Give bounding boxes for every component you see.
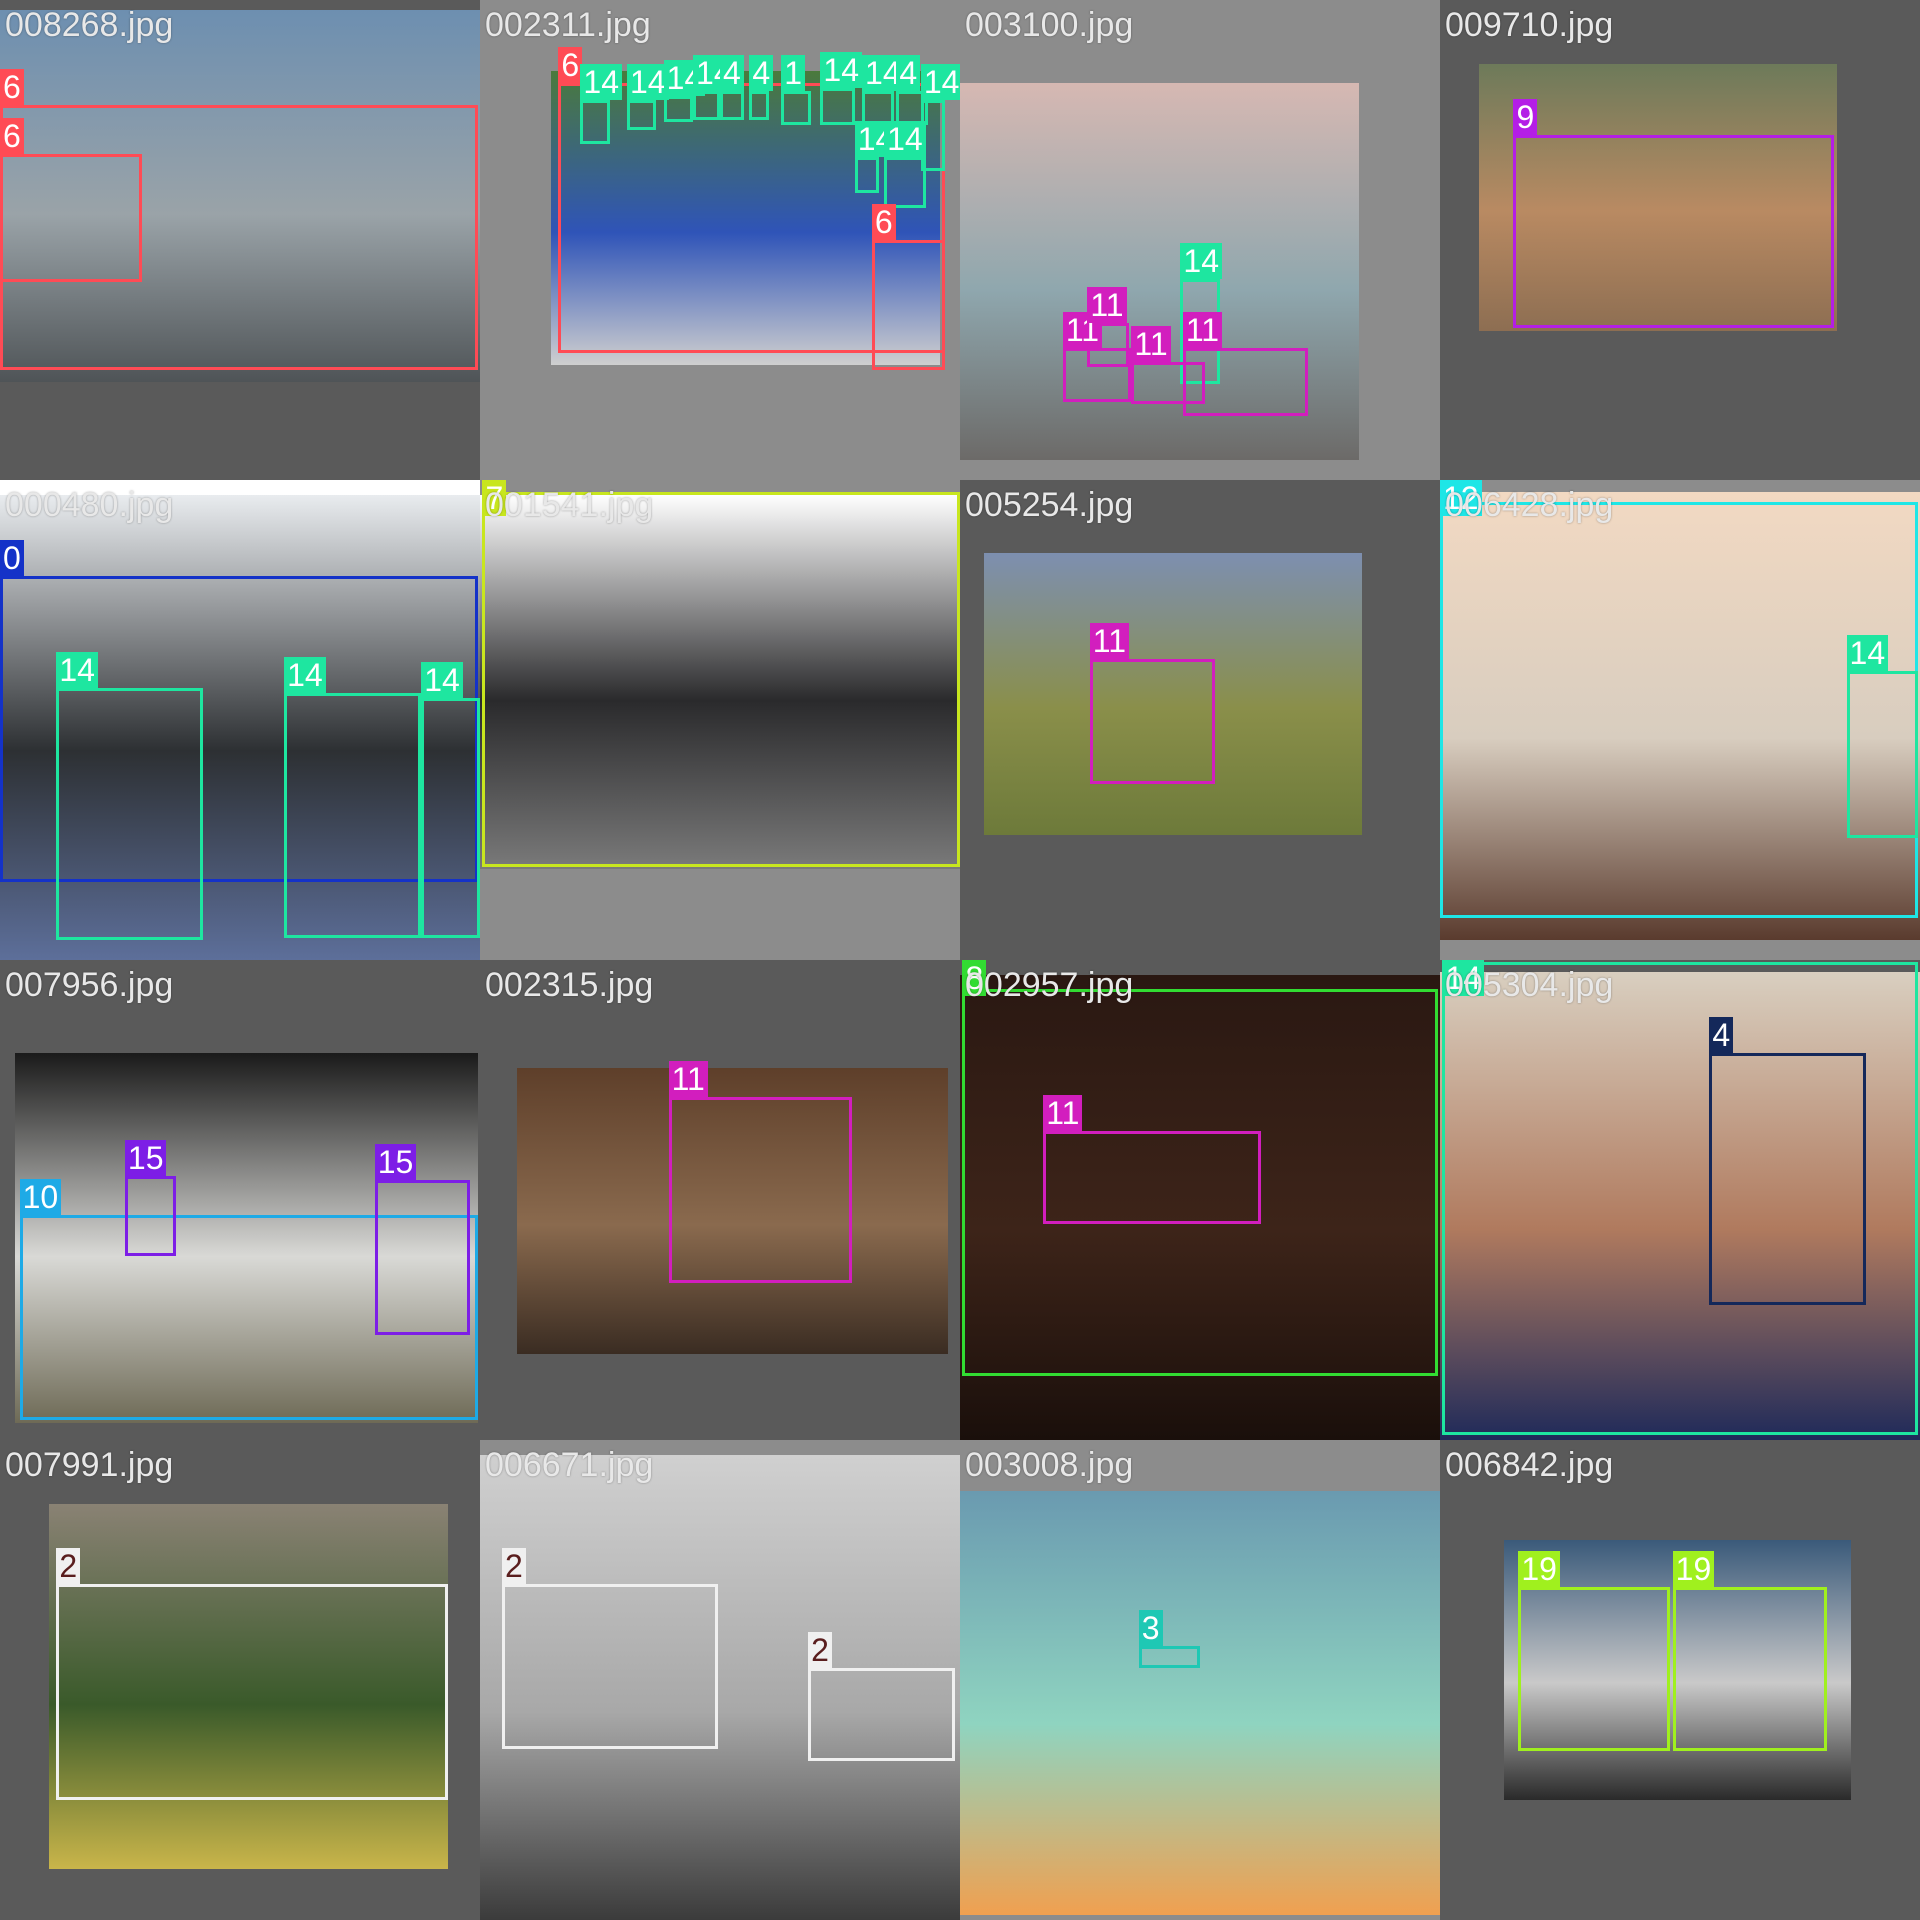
image-filename: 003100.jpg: [965, 6, 1134, 44]
class-label: 2: [56, 1548, 81, 1585]
mosaic-tile: 009710.jpg 9: [1440, 0, 1920, 480]
detection-mosaic: 008268.jpg 6 6 002311.jpg 6 6 14 14 14 14 4 4 1 14 14 4…: [0, 0, 1920, 1920]
mosaic-tile: 005304.jpg 14 4: [1440, 960, 1920, 1440]
bounding-box: [1672, 1586, 1827, 1752]
class-label: 6: [558, 47, 583, 84]
bounding-box: [1182, 347, 1308, 417]
class-label: 11: [1043, 1095, 1083, 1132]
image-filename: 006671.jpg: [485, 1446, 654, 1484]
class-label: 14: [421, 661, 463, 698]
bounding-box: [1089, 658, 1215, 784]
class-label: 14: [1846, 635, 1889, 672]
bounding-box: [284, 693, 422, 938]
bounding-box: [808, 1667, 956, 1761]
class-label: 4: [720, 54, 744, 91]
bounding-box: [56, 1584, 449, 1800]
bounding-box: [854, 156, 880, 194]
class-label: 14: [820, 52, 862, 89]
image-filename: 007956.jpg: [5, 966, 174, 1004]
mosaic-tile: 007956.jpg 10 15 15: [0, 960, 480, 1440]
mosaic-tile: 000480.jpg 0 14 14 14: [0, 480, 480, 960]
bounding-box: [0, 154, 143, 282]
class-label: 3: [1138, 1609, 1163, 1646]
bounding-box: [720, 90, 745, 120]
image-filename: 002957.jpg: [965, 966, 1134, 1004]
bounding-box: [56, 688, 204, 941]
mosaic-tile: 006671.jpg 2 2: [480, 1440, 960, 1920]
image-filename: 006842.jpg: [1445, 1446, 1614, 1484]
mosaic-tile: 006842.jpg 19 19: [1440, 1440, 1920, 1920]
mosaic-tile: 005254.jpg 11: [960, 480, 1440, 960]
bounding-box: [749, 90, 769, 120]
class-label: 11: [1089, 622, 1129, 659]
image-filename: 003008.jpg: [965, 1446, 1134, 1484]
mosaic-tile: 007991.jpg 2: [0, 1440, 480, 1920]
class-label: 19: [1672, 1550, 1715, 1587]
class-label: 4: [1709, 1017, 1734, 1054]
class-label: 1: [781, 54, 806, 91]
class-label: 11: [1087, 287, 1127, 324]
bounding-box: [1709, 1053, 1867, 1306]
class-label: 15: [374, 1144, 417, 1181]
image-filename: 002315.jpg: [485, 966, 654, 1004]
image-filename: 008268.jpg: [5, 6, 174, 44]
mosaic-tile: 002311.jpg 6 6 14 14 14 14 4 4 1 14 14 4 14 14 14: [480, 0, 960, 480]
bounding-box: [374, 1180, 471, 1335]
image-filename: 005304.jpg: [1445, 966, 1614, 1004]
class-label: 11: [668, 1061, 708, 1098]
class-label: 4: [896, 54, 921, 91]
image-filename: 007991.jpg: [5, 1446, 174, 1484]
bounding-box: [668, 1097, 853, 1284]
bounding-box: [421, 697, 480, 938]
bounding-box: [124, 1175, 177, 1257]
class-label: 14: [626, 64, 669, 101]
bounding-box: [482, 492, 960, 867]
photo: [960, 1491, 1440, 1916]
class-label: 0: [0, 539, 24, 576]
class-label: 11: [1182, 311, 1223, 348]
class-label: 2: [502, 1548, 526, 1585]
class-label: 4: [749, 54, 774, 91]
mosaic-tile: 002957.jpg 8 11: [960, 960, 1440, 1440]
class-label: 6: [0, 118, 24, 155]
bounding-box: [871, 240, 946, 370]
image-filename: 000480.jpg: [5, 486, 174, 524]
class-label: 14: [884, 120, 926, 157]
mosaic-tile: 003100.jpg 14 11 11 11 11: [960, 0, 1440, 480]
class-label: 14: [580, 64, 622, 101]
bounding-box: [1513, 134, 1835, 329]
class-label: 15: [124, 1139, 167, 1176]
class-label: 2: [808, 1631, 832, 1668]
class-label: 14: [920, 64, 960, 101]
bounding-box: [884, 156, 926, 209]
class-label: 9: [1513, 98, 1538, 135]
class-label: 11: [1131, 326, 1171, 363]
bounding-box: [820, 88, 855, 125]
bounding-box: [1518, 1586, 1671, 1752]
image-filename: 001541.jpg: [485, 486, 654, 524]
class-label: 6: [871, 204, 896, 240]
bounding-box: [1846, 671, 1918, 838]
bounding-box: [626, 100, 657, 130]
class-label: 10: [19, 1178, 62, 1215]
class-label: 19: [1518, 1550, 1560, 1587]
bounding-box: [781, 90, 811, 125]
class-label: 14: [284, 657, 326, 694]
mosaic-tile: 008268.jpg 6 6: [0, 0, 480, 480]
class-label: 14: [1180, 243, 1222, 280]
image-filename: 005254.jpg: [965, 486, 1134, 524]
image-filename: 002311.jpg: [485, 6, 651, 44]
image-filename: 009710.jpg: [1445, 6, 1614, 44]
mosaic-tile: 006428.jpg 12 14: [1440, 480, 1920, 960]
bounding-box: [580, 100, 610, 145]
mosaic-tile: 003008.jpg 3: [960, 1440, 1440, 1920]
bounding-box: [502, 1584, 718, 1749]
image-filename: 006428.jpg: [1445, 486, 1614, 524]
mosaic-tile: 001541.jpg 7: [480, 480, 960, 960]
class-label: 14: [56, 652, 98, 689]
mosaic-tile: 002315.jpg 11: [480, 960, 960, 1440]
bounding-box: [1043, 1131, 1262, 1225]
class-label: 6: [0, 69, 24, 106]
bounding-box: [1138, 1645, 1200, 1668]
